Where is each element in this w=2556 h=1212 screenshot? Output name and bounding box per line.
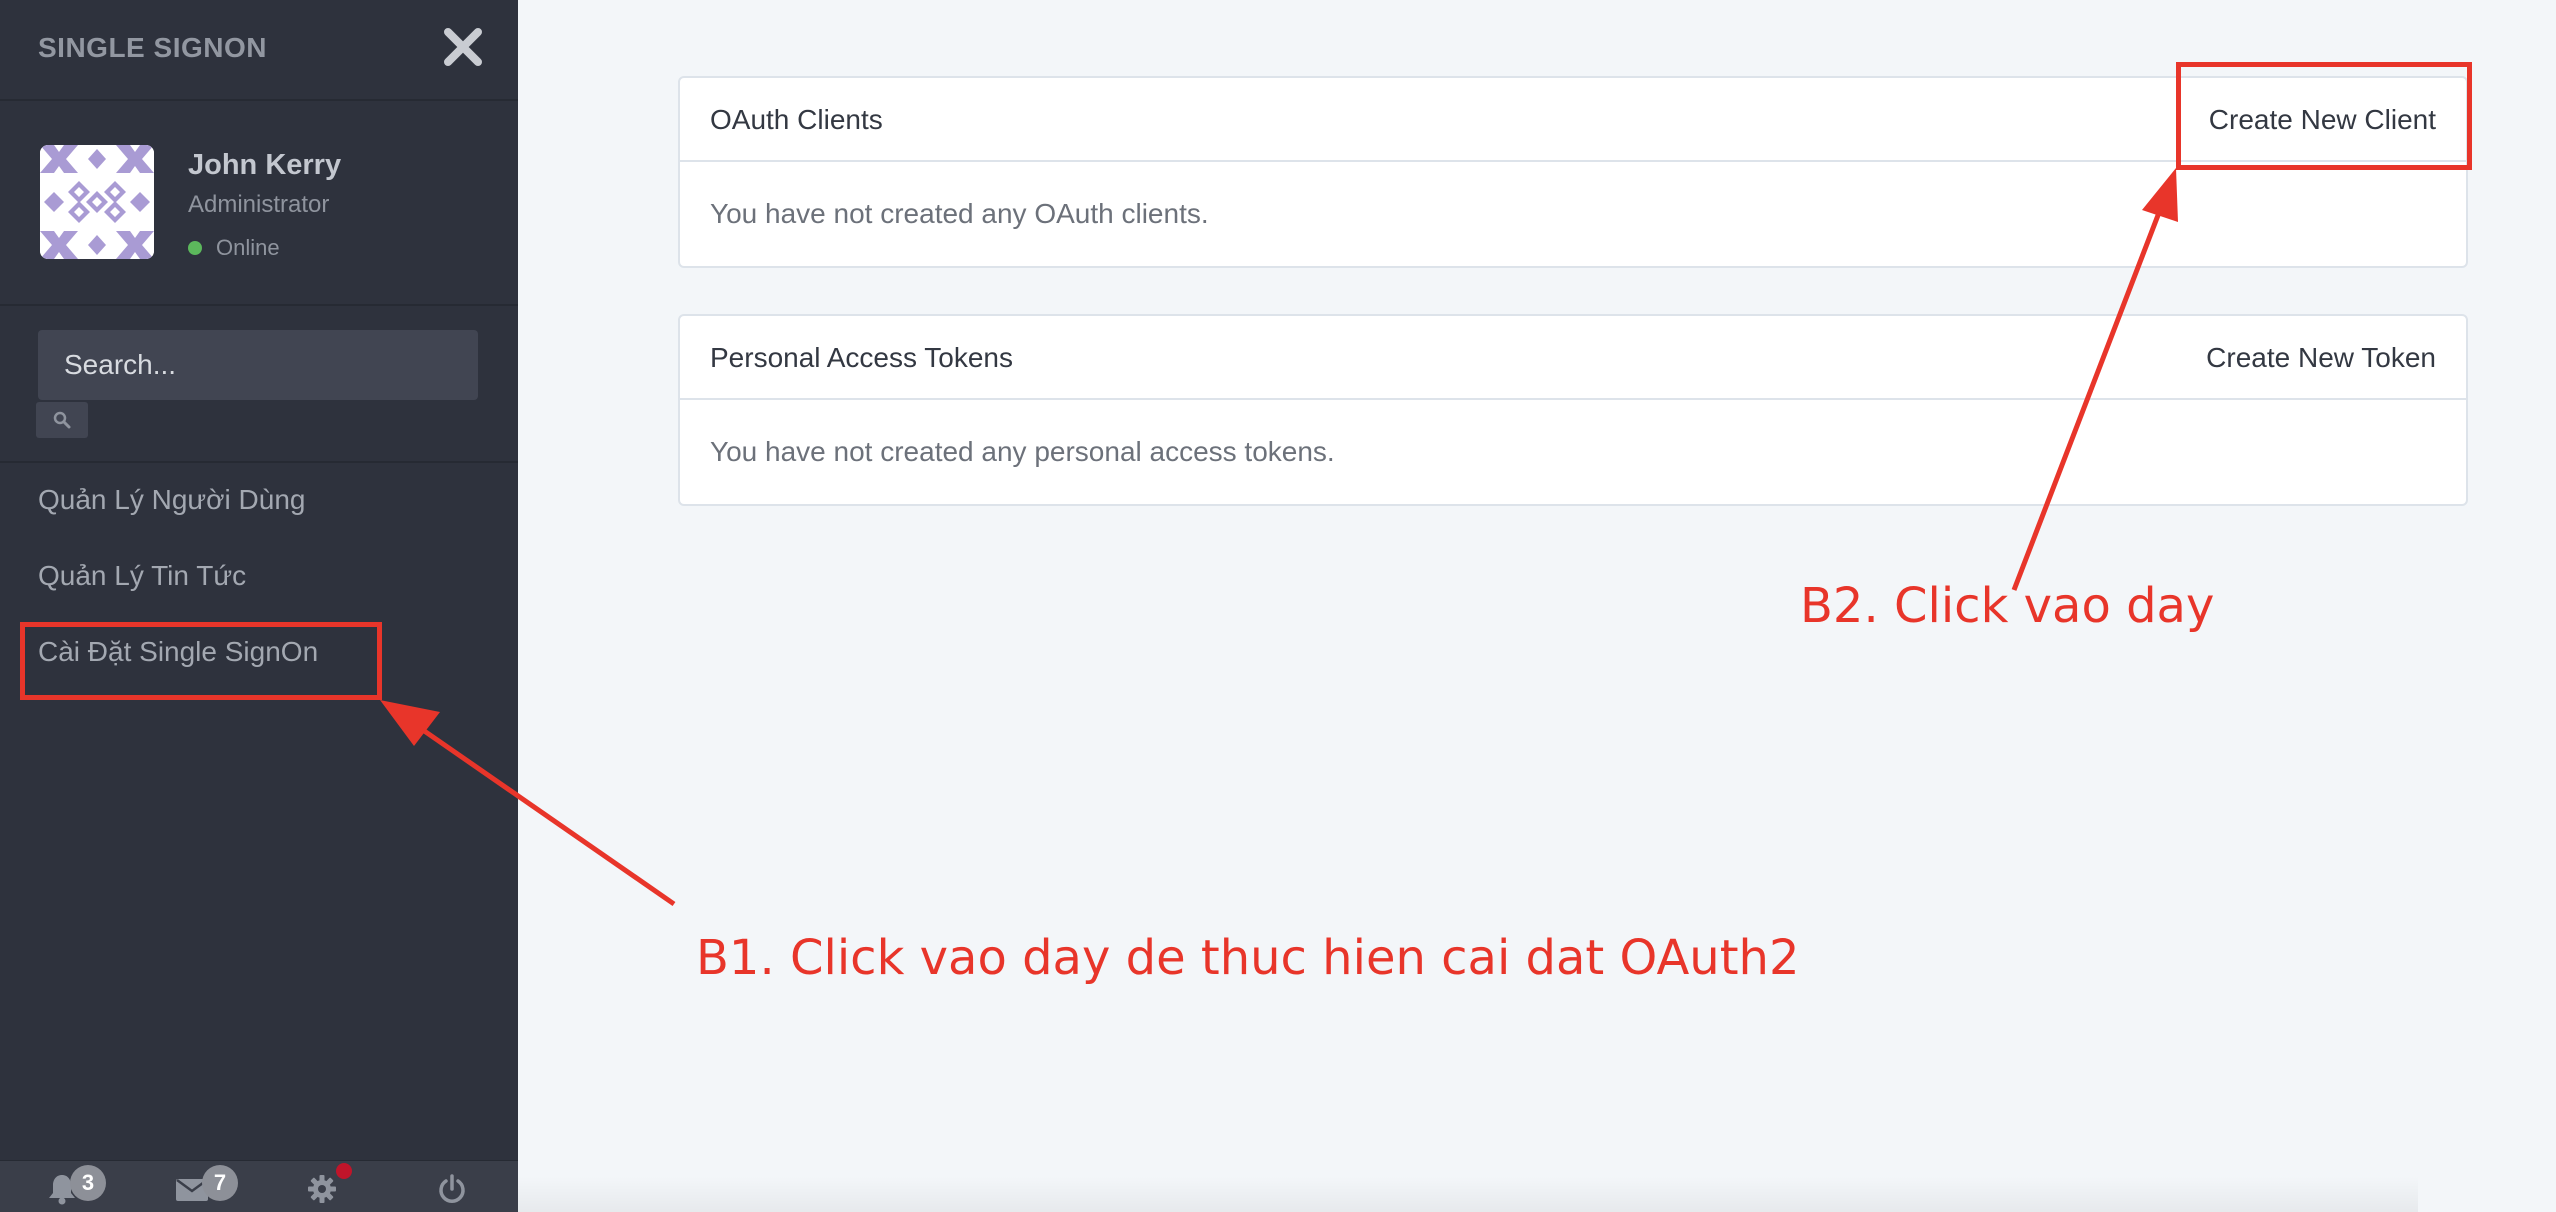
sidebar-item-user-management[interactable]: Quản Lý Người Dùng [38,484,305,516]
personal-tokens-empty-message: You have not created any personal access… [710,436,1335,467]
user-name: John Kerry [188,149,342,181]
oauth-clients-empty-message: You have not created any OAuth clients. [710,198,1209,229]
settings-alert-dot [336,1163,352,1179]
status-online-dot [188,241,202,255]
personal-tokens-panel: Personal Access Tokens Create New Token … [678,314,2468,506]
close-icon[interactable] [440,24,486,70]
personal-tokens-header: Personal Access Tokens Create New Token [680,316,2466,400]
search-input[interactable] [38,330,478,400]
sidebar-header: SINGLE SIGNON [0,0,518,101]
search-icon [53,411,71,429]
annotation-step1: B1. Click vao day de thuc hien cai dat O… [696,930,1800,986]
highlight-sso-settings [20,622,382,700]
notifications-badge: 3 [70,1165,106,1201]
gear-icon [308,1175,336,1203]
logout-button[interactable] [432,1169,472,1209]
avatar[interactable] [40,145,154,259]
create-new-token-button[interactable]: Create New Token [2206,342,2436,374]
personal-tokens-title: Personal Access Tokens [710,342,1013,373]
settings-button[interactable] [302,1163,352,1209]
personal-tokens-body: You have not created any personal access… [680,400,2466,504]
sidebar: SINGLE SIGNON John Kerry Administrator O… [0,0,518,1212]
sidebar-item-news-management[interactable]: Quản Lý Tin Tức [38,560,246,592]
user-panel: John Kerry Administrator Online [0,103,518,306]
notifications-button[interactable]: 3 [42,1165,106,1209]
brand-title: SINGLE SIGNON [38,32,267,63]
user-status-label: Online [216,235,280,260]
sidebar-footer: 3 7 [0,1160,518,1212]
user-status: Online [188,235,280,261]
search-button[interactable] [36,402,88,438]
highlight-create-client [2176,62,2472,170]
messages-button[interactable]: 7 [172,1165,238,1209]
bottom-shadow [518,1176,2418,1212]
sidebar-divider [0,461,518,463]
power-icon [439,1174,465,1203]
annotation-step2: B2. Click vao day [1800,578,2215,634]
user-role: Administrator [188,191,330,218]
oauth-clients-body: You have not created any OAuth clients. [680,162,2466,266]
messages-badge: 7 [202,1165,238,1201]
oauth-clients-title: OAuth Clients [710,104,883,135]
